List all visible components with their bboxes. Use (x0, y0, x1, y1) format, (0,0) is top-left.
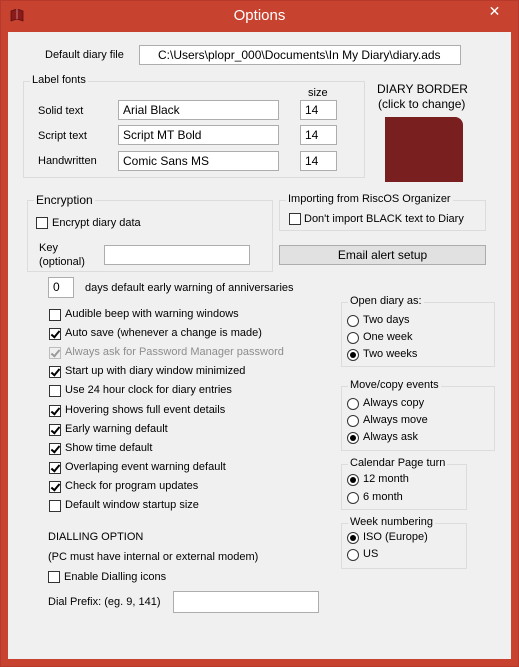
move-copy-radio[interactable] (347, 398, 359, 410)
option-label: Start up with diary window minimized (65, 365, 246, 377)
option-checkbox[interactable] (49, 328, 61, 340)
calendar-turn-radio[interactable] (347, 474, 359, 486)
key-input[interactable] (104, 245, 250, 265)
handwritten-size-field[interactable]: 14 (300, 151, 337, 171)
calendar-turn-legend: Calendar Page turn (348, 457, 448, 469)
week-numbering-radio[interactable] (347, 532, 359, 544)
enable-dialling-checkbox[interactable] (48, 571, 60, 583)
diary-border-swatch[interactable] (385, 117, 463, 182)
open-diary-radio-label: Two days (363, 314, 410, 326)
move-copy-radio-label: Always copy (363, 397, 425, 409)
open-diary-radio-label: Two weeks (363, 348, 418, 360)
option-label: Auto save (whenever a change is made) (65, 327, 262, 339)
option-checkbox[interactable] (49, 309, 61, 321)
diary-border-subtitle: (click to change) (378, 97, 466, 111)
dialling-note: (PC must have internal or external modem… (48, 551, 259, 563)
move-copy-radio-label: Always move (363, 414, 428, 426)
font-size-header: size (308, 87, 328, 99)
option-checkbox[interactable] (49, 366, 61, 378)
week-numbering-radio[interactable] (347, 549, 359, 561)
options-client-area: Default diary file C:\Users\plopr_000\Do… (8, 32, 511, 659)
option-checkbox[interactable] (49, 405, 61, 417)
option-label: Audible beep with warning windows (65, 308, 239, 320)
move-copy-radio-label: Always ask (363, 431, 419, 443)
option-checkbox (49, 347, 61, 359)
key-label: Key (39, 242, 58, 254)
email-alert-setup-button[interactable]: Email alert setup (279, 245, 486, 265)
riscos-import-legend: Importing from RiscOS Organizer (286, 193, 453, 205)
enable-dialling-label: Enable Dialling icons (64, 571, 167, 583)
move-copy-radio[interactable] (347, 415, 359, 427)
calendar-turn-radio-label: 12 month (363, 473, 409, 485)
week-numbering-legend: Week numbering (348, 516, 435, 528)
move-copy-radio[interactable] (347, 432, 359, 444)
option-checkbox[interactable] (49, 424, 61, 436)
handwritten-font-field[interactable]: Comic Sans MS (118, 151, 279, 171)
early-warning-days-label: days default early warning of anniversar… (85, 282, 294, 294)
week-numbering-radio-label: US (363, 548, 379, 560)
encrypt-diary-label: Encrypt diary data (52, 217, 141, 229)
script-text-font-field[interactable]: Script MT Bold (118, 125, 279, 145)
label-fonts-legend: Label fonts (30, 74, 88, 86)
option-label: Show time default (65, 442, 153, 454)
dialling-heading: DIALLING OPTION (48, 531, 144, 543)
solid-text-label: Solid text (38, 105, 84, 117)
option-label: Always ask for Password Manager password (65, 346, 284, 358)
dont-import-black-label: Don't import BLACK text to Diary (304, 213, 464, 225)
option-label: Overlaping event warning default (65, 461, 226, 473)
default-diary-path-field[interactable]: C:\Users\plopr_000\Documents\In My Diary… (139, 45, 461, 65)
script-text-size-field[interactable]: 14 (300, 125, 337, 145)
calendar-turn-radio-label: 6 month (363, 491, 403, 503)
early-warning-days-input[interactable]: 0 (48, 277, 74, 298)
dial-prefix-input[interactable] (173, 591, 319, 613)
dial-prefix-label: Dial Prefix: (eg. 9, 141) (48, 596, 161, 608)
encrypt-diary-checkbox[interactable] (36, 217, 48, 229)
solid-text-font-field[interactable]: Arial Black (118, 100, 279, 120)
close-icon: ✕ (488, 3, 501, 19)
option-label: Use 24 hour clock for diary entries (65, 384, 232, 396)
week-numbering-radio-label: ISO (Europe) (363, 531, 428, 543)
move-copy-legend: Move/copy events (348, 379, 441, 391)
option-checkbox[interactable] (49, 462, 61, 474)
option-label: Early warning default (65, 423, 168, 435)
option-label: Hovering shows full event details (65, 404, 226, 416)
option-label: Check for program updates (65, 480, 199, 492)
option-checkbox[interactable] (49, 385, 61, 397)
calendar-turn-group: Calendar Page turn (341, 457, 467, 510)
diary-border-title: DIARY BORDER (377, 82, 468, 96)
open-diary-radio[interactable] (347, 349, 359, 361)
option-checkbox[interactable] (49, 443, 61, 455)
open-diary-radio[interactable] (347, 315, 359, 327)
script-text-label: Script text (38, 130, 87, 142)
open-diary-radio-label: One week (363, 331, 413, 343)
calendar-turn-radio[interactable] (347, 492, 359, 504)
title-bar[interactable]: Options ✕ (1, 1, 518, 32)
key-optional-label: (optional) (39, 256, 85, 268)
window-title: Options (233, 7, 286, 24)
option-label: Default window startup size (65, 499, 199, 511)
open-diary-radio[interactable] (347, 332, 359, 344)
week-numbering-group: Week numbering (341, 516, 467, 569)
dont-import-black-checkbox[interactable] (289, 213, 301, 225)
option-checkbox[interactable] (49, 500, 61, 512)
encryption-legend: Encryption (34, 193, 95, 207)
options-window: Options ✕ Default diary file C:\Users\pl… (0, 0, 519, 667)
close-button[interactable]: ✕ (472, 2, 517, 22)
default-diary-label: Default diary file (45, 49, 124, 61)
open-diary-legend: Open diary as: (348, 295, 424, 307)
option-checkbox[interactable] (49, 481, 61, 493)
solid-text-size-field[interactable]: 14 (300, 100, 337, 120)
handwritten-label: Handwritten (38, 155, 97, 167)
